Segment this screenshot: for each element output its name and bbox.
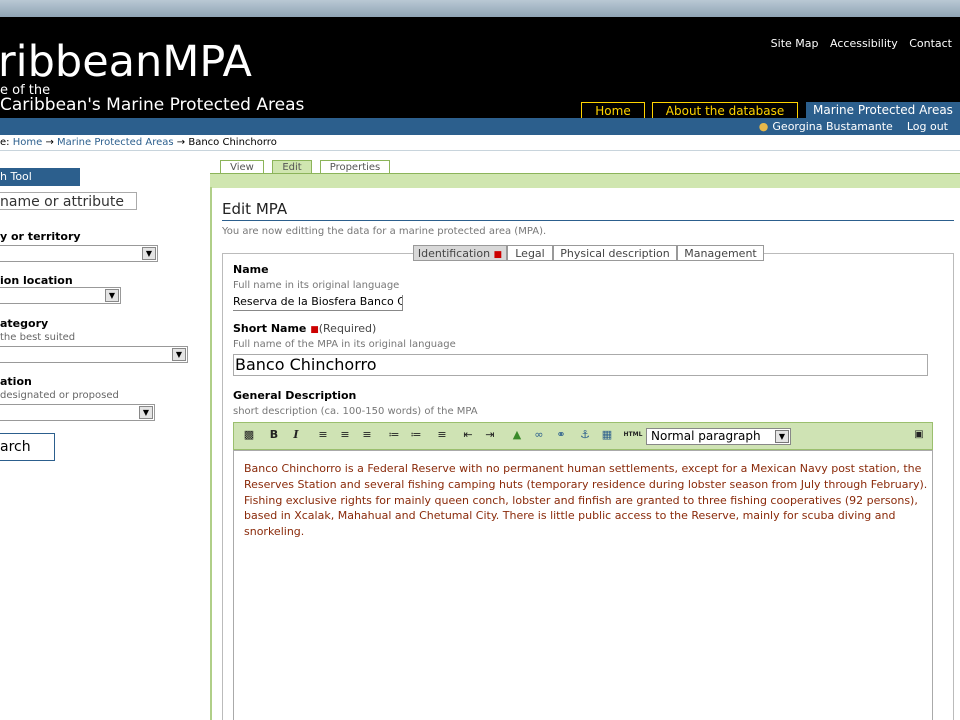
anchor-icon[interactable]: ⚓ xyxy=(578,428,592,442)
short-name-help: Full name of the MPA in its original lan… xyxy=(233,339,456,350)
form-tab-identification-label: Identification xyxy=(417,247,491,260)
page-title: Edit MPA xyxy=(222,200,288,218)
tab-view[interactable]: View xyxy=(220,160,264,174)
filter-designation-label: ation xyxy=(0,375,32,388)
search-button[interactable]: arch xyxy=(0,433,55,461)
user-name[interactable]: Georgina Bustamante xyxy=(772,120,892,133)
filter-location-select[interactable]: ▼ xyxy=(0,287,121,304)
align-left-icon[interactable]: ≡ xyxy=(316,428,330,442)
nav-tab-mpa[interactable]: Marine Protected Areas xyxy=(806,102,960,118)
filter-country-label: y or territory xyxy=(0,230,81,243)
breadcrumb: e: Home → Marine Protected Areas → Banco… xyxy=(0,137,277,148)
accessibility-link[interactable]: Accessibility xyxy=(830,37,898,50)
name-label: Name xyxy=(233,263,269,276)
filter-category-label: ategory xyxy=(0,317,49,330)
site-map-link[interactable]: Site Map xyxy=(771,37,819,50)
italic-icon[interactable]: I xyxy=(289,428,303,442)
unordered-list-icon[interactable]: ≔ xyxy=(409,428,423,442)
tab-edit[interactable]: Edit xyxy=(272,160,312,174)
align-right-icon[interactable]: ≡ xyxy=(360,428,374,442)
table-icon[interactable]: ▦ xyxy=(600,428,614,442)
form-tab-identification[interactable]: Identification ■ xyxy=(413,245,507,261)
editor-toolbar: ▩ B I ≡ ≡ ≡ ≔ ≔ ≡ ⇤ ⇥ ▲ ∞ ⚭ ⚓ ▦ HTML Nor… xyxy=(233,422,933,450)
breadcrumb-current: Banco Chinchorro xyxy=(188,137,277,148)
site-title[interactable]: ribbeanMPA xyxy=(0,37,252,87)
filter-designation-help: designated or proposed xyxy=(0,390,119,401)
user-info: ● Georgina Bustamante Log out xyxy=(759,120,948,133)
short-name-input[interactable]: Banco Chinchorro xyxy=(233,354,928,376)
general-description-label: General Description xyxy=(233,389,357,402)
search-input[interactable]: name or attribute xyxy=(0,192,137,210)
align-center-icon[interactable]: ≡ xyxy=(338,428,352,442)
logout-link[interactable]: Log out xyxy=(907,120,948,133)
chevron-down-icon: ▼ xyxy=(105,289,119,302)
top-gradient-strip xyxy=(0,0,960,17)
title-underline xyxy=(222,220,954,221)
utility-links: Site Map Accessibility Contact xyxy=(763,37,952,50)
content-tab-bar xyxy=(210,173,960,188)
save-icon[interactable]: ▩ xyxy=(242,428,256,442)
general-description-help: short description (ca. 100-150 words) of… xyxy=(233,406,478,417)
search-tool-heading: h Tool xyxy=(0,168,80,186)
filter-category-help: the best suited xyxy=(0,332,76,343)
chevron-down-icon: ▼ xyxy=(142,247,156,260)
page-description: You are now editting the data for a mari… xyxy=(222,226,547,237)
user-icon: ● xyxy=(758,120,769,133)
filter-category-select[interactable]: ▼ xyxy=(0,346,188,363)
name-input[interactable]: Reserva de la Biosfera Banco C xyxy=(233,295,403,311)
editor-content[interactable]: Banco Chinchorro is a Federal Reserve wi… xyxy=(244,461,928,540)
chevron-down-icon: ▼ xyxy=(775,430,789,443)
breadcrumb-divider xyxy=(0,150,960,151)
filter-designation-select[interactable]: ▼ xyxy=(0,404,155,421)
indent-icon[interactable]: ⇥ xyxy=(483,428,497,442)
definition-list-icon[interactable]: ≡ xyxy=(435,428,449,442)
fullscreen-icon[interactable]: ▣ xyxy=(912,428,926,442)
form-tab-physical[interactable]: Physical description xyxy=(553,245,677,261)
form-tab-management[interactable]: Management xyxy=(677,245,764,261)
breadcrumb-home[interactable]: Home xyxy=(13,137,43,148)
tab-properties[interactable]: Properties xyxy=(320,160,390,174)
outdent-icon[interactable]: ⇤ xyxy=(461,428,475,442)
contact-link[interactable]: Contact xyxy=(909,37,952,50)
site-subtitle-line2: Caribbean's Marine Protected Areas xyxy=(0,95,305,115)
image-icon[interactable]: ▲ xyxy=(510,428,524,442)
format-select[interactable]: Normal paragraph ▼ xyxy=(646,428,791,445)
nav-tab-about[interactable]: About the database xyxy=(652,102,798,118)
short-name-label: Short Name ■(Required) xyxy=(233,322,376,335)
required-marker-icon: ■ xyxy=(493,250,503,260)
bold-icon[interactable]: B xyxy=(267,428,281,442)
breadcrumb-prefix: e: xyxy=(0,137,10,148)
ordered-list-icon[interactable]: ≔ xyxy=(387,428,401,442)
breadcrumb-arrow-icon: → xyxy=(45,137,54,148)
required-marker-icon: ■ xyxy=(310,325,319,335)
format-select-value: Normal paragraph xyxy=(651,429,761,443)
short-name-label-text: Short Name xyxy=(233,322,307,335)
filter-country-select[interactable]: ▼ xyxy=(0,245,158,262)
form-tab-legal[interactable]: Legal xyxy=(507,245,553,261)
breadcrumb-arrow-icon: → xyxy=(176,137,186,148)
filter-location-label: ion location xyxy=(0,274,73,287)
name-help: Full name in its original language xyxy=(233,280,400,291)
unlink-icon[interactable]: ⚭ xyxy=(554,428,568,442)
breadcrumb-mpa[interactable]: Marine Protected Areas xyxy=(57,137,174,148)
required-text: (Required) xyxy=(318,322,377,335)
nav-tab-home[interactable]: Home xyxy=(581,102,645,118)
html-source-icon[interactable]: HTML xyxy=(622,428,644,442)
chevron-down-icon: ▼ xyxy=(172,348,186,361)
chevron-down-icon: ▼ xyxy=(139,406,153,419)
link-icon[interactable]: ∞ xyxy=(532,428,546,442)
